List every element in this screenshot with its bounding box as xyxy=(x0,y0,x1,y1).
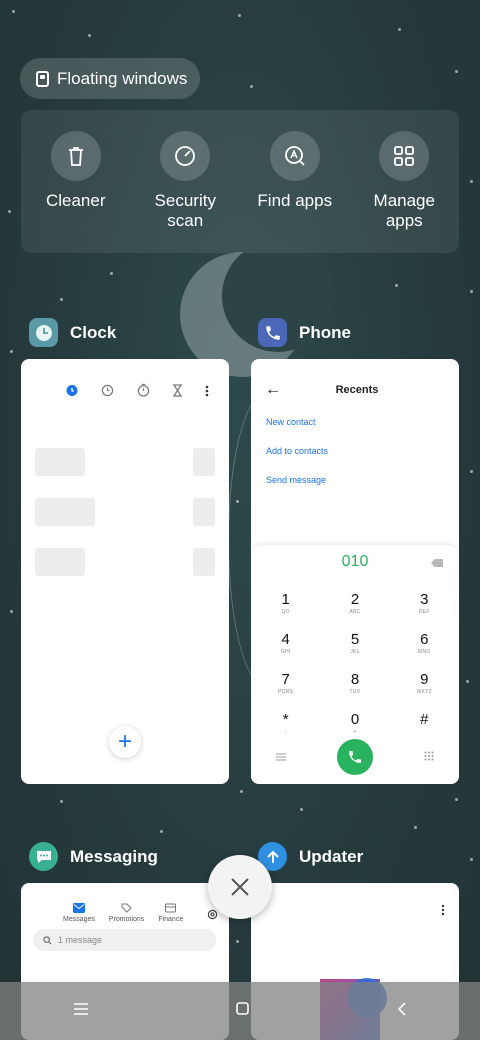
manage-apps-label: Manage apps xyxy=(373,191,435,230)
close-icon xyxy=(231,878,249,896)
dialpad-toggle-icon[interactable] xyxy=(424,748,434,766)
envelope-icon xyxy=(72,903,85,913)
floating-windows-label: Floating windows xyxy=(57,68,188,88)
security-scan-button[interactable]: Security scan xyxy=(131,110,241,253)
updater-app-name: Updater xyxy=(299,846,364,866)
recents-nav-icon[interactable] xyxy=(74,1002,88,1020)
tab-promotions[interactable]: Promotions xyxy=(109,903,144,925)
phone-app-header[interactable]: Phone xyxy=(258,318,351,347)
clock-tab-icon[interactable] xyxy=(101,384,114,402)
dialpad: 010 1 QO 2 ABC 3 DEF 4 GHI 5 JKL 6 MNO 7 PQRS 8… xyxy=(251,545,459,784)
find-apps-label: Find apps xyxy=(257,191,333,210)
alarm-tab-icon[interactable] xyxy=(65,383,79,402)
call-button[interactable] xyxy=(336,739,373,775)
phone-call-icon xyxy=(348,751,361,763)
floating-windows-button[interactable]: Floating windows xyxy=(20,58,200,99)
find-apps-button[interactable]: Find apps xyxy=(240,110,350,253)
dial-key-9[interactable]: 9 WXYZ xyxy=(390,671,459,701)
tab-messages[interactable]: Messages xyxy=(63,903,95,925)
security-scan-label: Security scan xyxy=(154,191,216,230)
new-contact-link[interactable]: New contact xyxy=(266,417,459,427)
alarm-row-placeholder xyxy=(35,548,215,576)
dial-key-6[interactable]: 6 MNO xyxy=(390,631,459,661)
quick-tools-panel: Cleaner Security scan Find apps Manage a… xyxy=(21,110,459,253)
back-nav-icon[interactable] xyxy=(397,1001,406,1021)
phone-app-icon xyxy=(258,318,287,347)
security-scan-icon xyxy=(160,131,211,181)
card-icon xyxy=(165,903,177,913)
message-search-bar[interactable]: 1 message xyxy=(33,929,216,951)
timer-tab-icon[interactable] xyxy=(172,383,183,402)
send-message-link[interactable]: Send message xyxy=(266,475,459,485)
clear-all-button[interactable] xyxy=(208,855,272,919)
manage-apps-icon xyxy=(379,131,430,181)
search-icon xyxy=(43,935,52,944)
floating-window-icon xyxy=(36,70,49,87)
home-nav-icon[interactable] xyxy=(236,1002,249,1020)
tag-icon xyxy=(121,903,132,913)
messaging-app-header[interactable]: Messaging xyxy=(29,842,158,871)
messaging-app-name: Messaging xyxy=(70,846,158,866)
dial-key-hash[interactable]: # xyxy=(390,711,459,741)
clock-app-icon xyxy=(29,318,58,347)
clock-tab-bar xyxy=(21,359,229,402)
add-to-contacts-link[interactable]: Add to contacts xyxy=(266,446,459,456)
clock-app-card[interactable]: + xyxy=(21,359,229,784)
trash-icon xyxy=(50,131,101,181)
messaging-app-icon xyxy=(29,842,58,871)
clock-app-name: Clock xyxy=(70,322,117,342)
dialed-number: 010 xyxy=(341,553,369,570)
more-options-icon[interactable] xyxy=(205,384,209,402)
dial-key-8[interactable]: 8 TUV xyxy=(320,671,389,701)
dial-key-5[interactable]: 5 JKL xyxy=(320,631,389,661)
clock-app-header[interactable]: Clock xyxy=(29,318,116,347)
alarm-row-placeholder xyxy=(35,498,215,526)
dial-key-star[interactable]: *, xyxy=(251,711,320,741)
phone-app-name: Phone xyxy=(299,322,351,342)
dial-key-2[interactable]: 2 ABC xyxy=(320,591,389,621)
search-text: 1 message xyxy=(58,935,103,945)
cleaner-label: Cleaner xyxy=(45,191,106,210)
navigation-bar xyxy=(0,982,480,1040)
back-arrow-icon[interactable]: ← xyxy=(265,381,281,399)
dial-key-7[interactable]: 7 PQRS xyxy=(251,671,320,701)
tab-finance[interactable]: Finance xyxy=(158,903,183,925)
dial-key-0[interactable]: 0 + xyxy=(320,711,389,741)
alarm-row-placeholder xyxy=(35,448,215,476)
add-alarm-button[interactable]: + xyxy=(109,726,141,758)
more-options-icon[interactable] xyxy=(441,903,445,921)
cleaner-button[interactable]: Cleaner xyxy=(21,110,131,253)
menu-icon[interactable] xyxy=(276,748,287,766)
find-apps-icon xyxy=(269,131,320,181)
stopwatch-tab-icon[interactable] xyxy=(137,383,150,402)
phone-app-card[interactable]: ← Recents New contact Add to contacts Se… xyxy=(251,359,459,784)
updater-app-header[interactable]: Updater xyxy=(258,842,363,871)
dial-key-1[interactable]: 1 QO xyxy=(251,591,320,621)
dial-key-4[interactable]: 4 GHI xyxy=(251,631,320,661)
dial-key-3[interactable]: 3 DEF xyxy=(390,591,459,621)
recents-title: Recents xyxy=(335,384,379,396)
manage-apps-button[interactable]: Manage apps xyxy=(350,110,460,253)
